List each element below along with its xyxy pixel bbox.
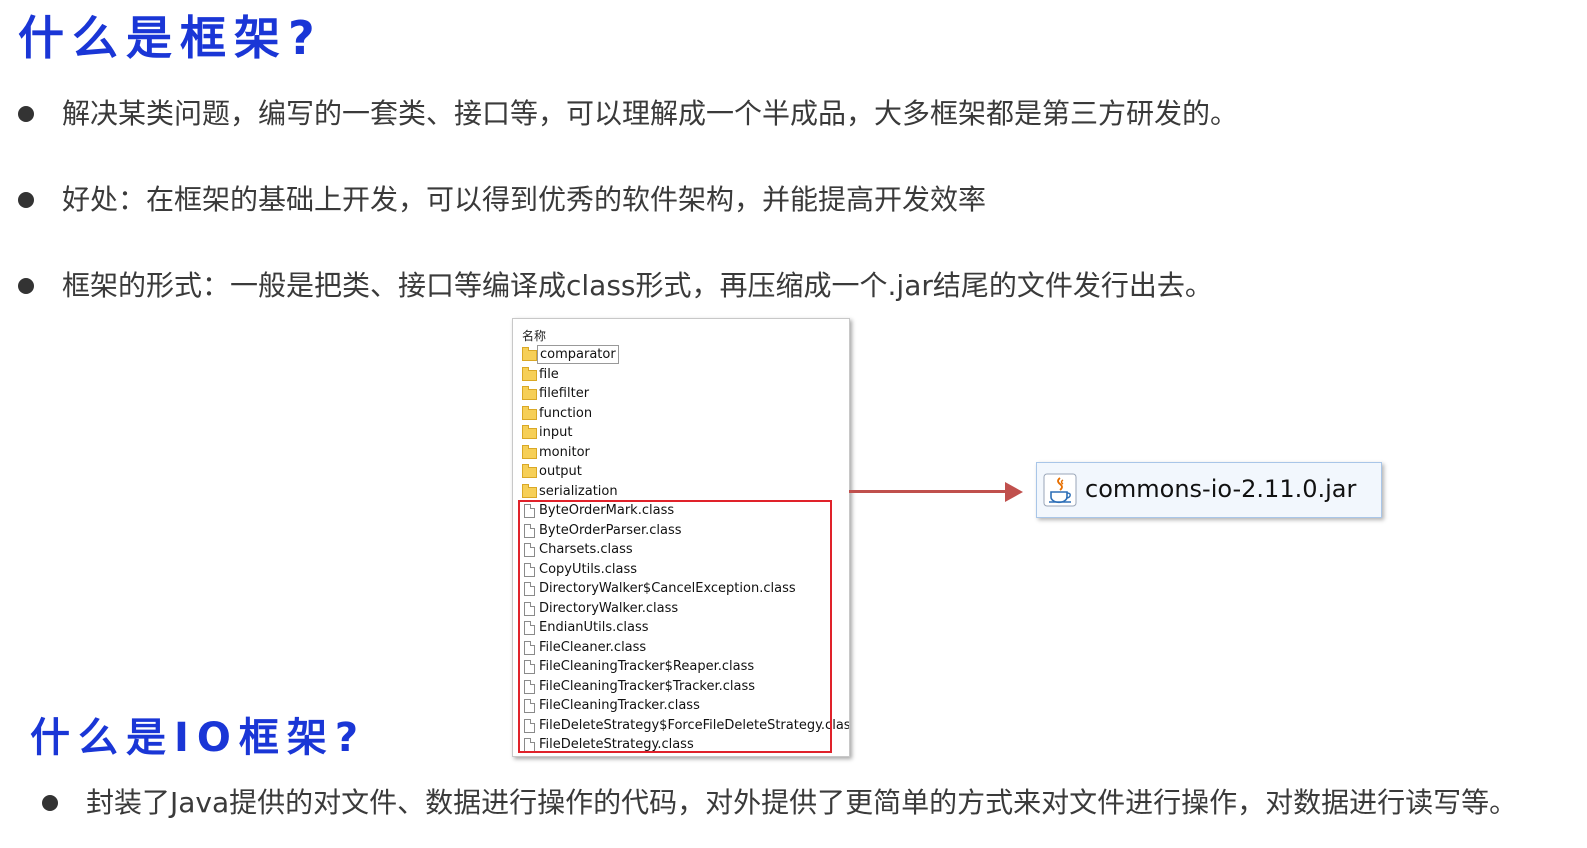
file-label: ByteOrderParser.class: [539, 522, 682, 538]
bullet-text: 解决某类问题，编写的一套类、接口等，可以理解成一个半成品，大多框架都是第三方研发…: [62, 97, 1239, 130]
file-label: DirectoryWalker.class: [539, 600, 679, 616]
bullet-text: 好处：在框架的基础上开发，可以得到优秀的软件架构，并能提高开发效率: [62, 183, 987, 216]
folder-item[interactable]: file: [521, 365, 849, 385]
file-label: FileCleaningTracker$Tracker.class: [539, 678, 756, 694]
folder-icon: [522, 483, 537, 498]
folder-label: output: [539, 464, 582, 479]
jar-contents-explorer: 名称 comparator file filefilter function i…: [512, 318, 850, 757]
file-label: FileCleaningTracker$Reaper.class: [539, 659, 755, 674]
file-label: CopyUtils.class: [539, 561, 637, 577]
folder-icon: [522, 405, 537, 420]
file-icon: [524, 660, 535, 674]
folder-icon: [522, 386, 537, 400]
file-list: comparator file filefilter function inpu…: [521, 345, 850, 755]
folder-icon: [522, 347, 537, 361]
jar-file-name: commons-io-2.11.0.jar: [1085, 475, 1357, 503]
java-jar-icon: [1043, 473, 1077, 507]
file-icon: [524, 738, 535, 752]
file-label: DirectoryWalker$CancelException.class: [539, 581, 796, 596]
file-label: EndianUtils.class: [539, 620, 649, 635]
folder-item[interactable]: serialization: [521, 482, 849, 502]
heading-what-is-framework: 什么是框架?: [18, 11, 323, 65]
file-item[interactable]: FileCleaningTracker.class: [521, 696, 849, 716]
file-icon: [524, 504, 535, 518]
folder-label: file: [539, 366, 559, 382]
folder-label: function: [539, 405, 593, 421]
folder-label: serialization: [539, 483, 618, 499]
bullet-dot: [18, 106, 34, 122]
folder-icon: [522, 425, 537, 439]
file-item[interactable]: ByteOrderMark.class: [521, 501, 849, 521]
file-label: FileCleaningTracker.class: [539, 698, 700, 713]
folder-label: monitor: [539, 444, 590, 460]
bullet-text: 封装了Java提供的对文件、数据进行操作的代码，对外提供了更简单的方式来对文件进…: [86, 786, 1518, 819]
arrow-line: [849, 490, 1009, 493]
file-item[interactable]: DirectoryWalker$CancelException.class: [521, 579, 849, 599]
file-item[interactable]: FileCleaner.class: [521, 638, 849, 658]
file-icon: [524, 621, 535, 635]
bullet-text: 框架的形式：一般是把类、接口等编译成class形式，再压缩成一个.jar结尾的文…: [62, 269, 1213, 302]
file-icon: [524, 601, 535, 616]
file-item[interactable]: ByteOrderParser.class: [521, 521, 849, 541]
file-label: Charsets.class: [539, 542, 633, 557]
file-label: FileDeleteStrategy$ForceFileDeleteStrate…: [539, 717, 850, 733]
file-icon: [524, 523, 535, 538]
file-item[interactable]: FileDeleteStrategy$ForceFileDeleteStrate…: [521, 716, 850, 736]
file-icon: [524, 543, 535, 557]
folder-label: input: [539, 425, 573, 440]
jar-file-item[interactable]: commons-io-2.11.0.jar: [1036, 462, 1382, 518]
file-item[interactable]: CopyUtils.class: [521, 560, 849, 580]
file-item[interactable]: Charsets.class: [521, 540, 849, 560]
folder-icon: [522, 464, 537, 478]
file-label: FileCleaner.class: [539, 639, 647, 655]
file-icon: [524, 699, 535, 713]
bullet-dot: [42, 795, 58, 811]
file-item[interactable]: DirectoryWalker.class: [521, 599, 849, 619]
folder-icon: [522, 444, 537, 459]
bullet-dot: [18, 278, 34, 294]
file-label: FileDeleteStrategy.class: [539, 737, 694, 752]
file-icon: [524, 582, 535, 596]
column-header-name[interactable]: 名称: [522, 327, 546, 344]
folder-item[interactable]: output: [521, 462, 849, 482]
arrow-right-icon: [1005, 482, 1023, 502]
file-icon: [524, 718, 535, 733]
file-item[interactable]: FileCleaningTracker$Tracker.class: [521, 677, 849, 697]
folder-item[interactable]: comparator: [521, 345, 849, 365]
file-item[interactable]: FileDeleteStrategy.class: [521, 735, 849, 755]
bullet-dot: [18, 192, 34, 208]
file-icon: [524, 679, 535, 694]
file-item[interactable]: EndianUtils.class: [521, 618, 849, 638]
file-icon: [524, 640, 535, 655]
file-item[interactable]: FileCleaningTracker$Reaper.class: [521, 657, 849, 677]
file-icon: [524, 562, 535, 577]
folder-icon: [522, 366, 537, 381]
heading-what-is-io-framework: 什么是IO框架?: [30, 715, 367, 761]
folder-item[interactable]: input: [521, 423, 849, 443]
folder-label: filefilter: [539, 386, 590, 401]
folder-item[interactable]: function: [521, 404, 849, 424]
folder-item[interactable]: filefilter: [521, 384, 849, 404]
file-label: ByteOrderMark.class: [539, 503, 675, 518]
folder-label: comparator: [537, 345, 619, 364]
folder-item[interactable]: monitor: [521, 443, 849, 463]
